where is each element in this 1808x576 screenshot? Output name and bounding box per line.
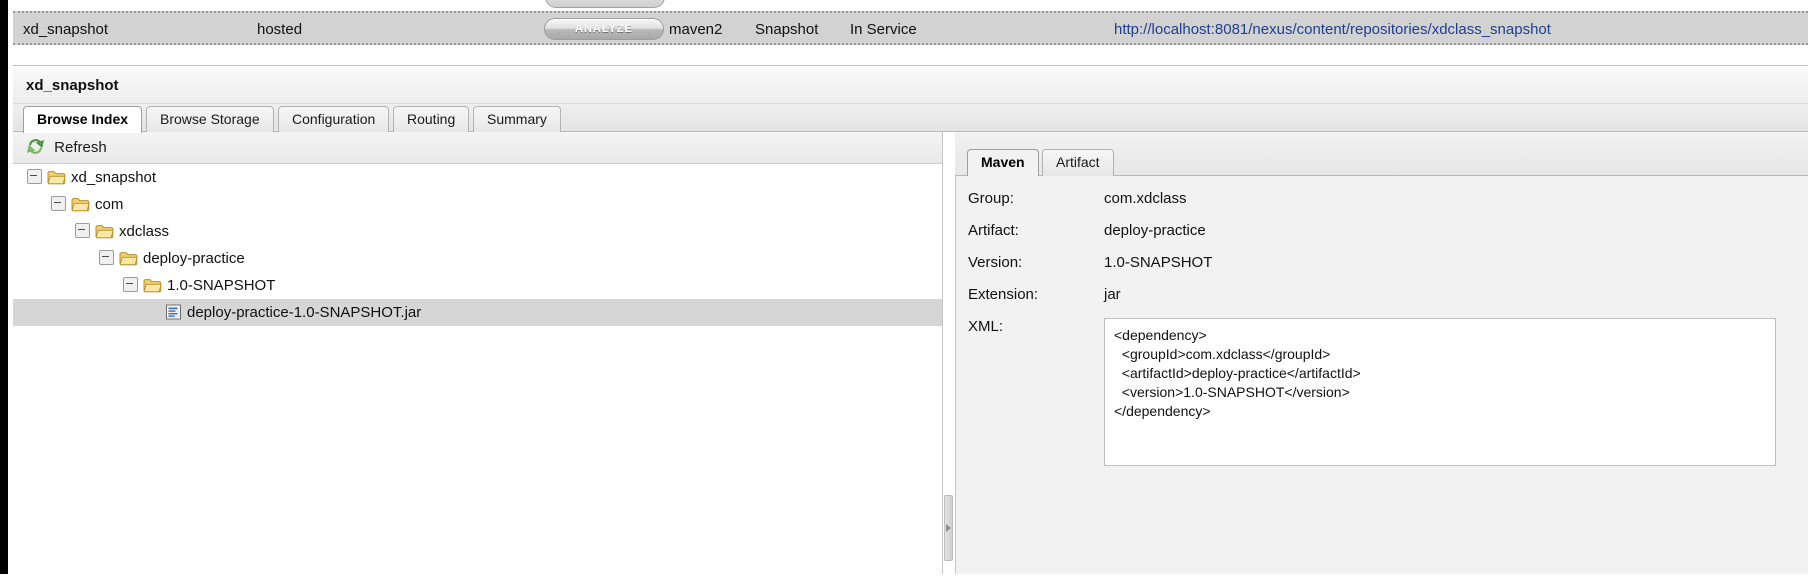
expand-collapse-icon[interactable]: [27, 169, 42, 184]
field-value: jar: [1104, 286, 1121, 303]
tree-node-label: com: [95, 196, 124, 213]
split-area: Refresh xd_snapshotcom xdclass deploy-prac…: [13, 132, 1808, 576]
field-value: deploy-practice: [1104, 222, 1206, 239]
field-label: Group:: [968, 190, 1014, 207]
tab-configuration[interactable]: Configuration: [278, 106, 390, 133]
index-tree-panel: Refresh xd_snapshotcom xdclass deploy-prac…: [13, 132, 943, 576]
tree-node[interactable]: xdclass: [13, 218, 942, 245]
cutoff-button-above: [545, 0, 665, 8]
repository-status-cell: In Service: [850, 21, 917, 38]
folder-icon: [95, 221, 114, 248]
detail-tabstrip: Maven Artifact: [955, 132, 1808, 176]
panel-splitter[interactable]: [943, 132, 955, 576]
tree-node-label: 1.0-SNAPSHOT: [167, 277, 276, 294]
xml-dependency-textarea[interactable]: [1104, 318, 1776, 466]
repository-format-cell: maven2: [669, 21, 723, 38]
folder-icon: [47, 167, 66, 194]
refresh-button[interactable]: Refresh: [26, 137, 107, 162]
expand-collapse-icon[interactable]: [99, 250, 114, 265]
field-value: 1.0-SNAPSHOT: [1104, 254, 1213, 271]
top-cutoff-strip: [8, 0, 1808, 11]
detail-body: Group: com.xdclass Artifact: deploy-practic…: [955, 176, 1808, 576]
tree-toolbar: Refresh: [13, 132, 942, 164]
collapse-arrow-icon[interactable]: [946, 524, 951, 532]
panel-title-bar: xd_snapshot: [13, 66, 1808, 104]
field-value: com.xdclass: [1104, 190, 1187, 207]
detail-tab-artifact[interactable]: Artifact: [1042, 149, 1114, 176]
splitter-handle[interactable]: [944, 495, 953, 561]
folder-icon: [71, 194, 90, 221]
main-tabstrip: Browse Index Browse Storage Configuration R…: [13, 104, 1808, 133]
tab-browse-index[interactable]: Browse Index: [23, 106, 143, 133]
detail-tab-maven[interactable]: Maven: [967, 149, 1039, 176]
expand-collapse-icon[interactable]: [75, 223, 90, 238]
nexus-repository-browser: xd_snapshot hosted ANALYZE maven2 Snapsh…: [0, 0, 1808, 576]
tree-body[interactable]: xd_snapshotcom xdclass deploy-practice 1.0-…: [13, 164, 942, 576]
tree-node-selected[interactable]: deploy-practice-1.0-SNAPSHOT.jar: [13, 299, 942, 326]
expand-collapse-icon[interactable]: [123, 277, 138, 292]
repository-name-cell: xd_snapshot: [23, 21, 109, 38]
refresh-label: Refresh: [54, 139, 107, 156]
repository-policy-cell: Snapshot: [755, 21, 819, 38]
window-left-edge: [0, 0, 8, 576]
field-label: Artifact:: [968, 222, 1019, 239]
analyze-button-cell[interactable]: ANALYZE: [544, 18, 664, 40]
panel-gap: [13, 45, 1808, 65]
tree-node[interactable]: 1.0-SNAPSHOT: [13, 272, 942, 299]
tree-node[interactable]: xd_snapshot: [13, 164, 942, 191]
tab-browse-storage[interactable]: Browse Storage: [146, 106, 274, 133]
field-label: Extension:: [968, 286, 1039, 303]
tree-node-label: xdclass: [119, 223, 170, 240]
expand-collapse-icon[interactable]: [51, 196, 66, 211]
folder-icon: [143, 275, 162, 302]
repository-url-link[interactable]: http://localhost:8081/nexus/content/repo…: [1114, 21, 1551, 38]
tree-node-label: xd_snapshot: [71, 169, 157, 186]
tree-node[interactable]: com: [13, 191, 942, 218]
jar-file-icon: [165, 302, 182, 329]
repository-type-cell: hosted: [257, 21, 303, 38]
tab-summary[interactable]: Summary: [473, 106, 561, 133]
xml-label: XML:: [968, 318, 1004, 335]
analyze-button[interactable]: ANALYZE: [544, 18, 664, 40]
field-label: Version:: [968, 254, 1023, 271]
tab-routing[interactable]: Routing: [393, 106, 470, 133]
page-title: xd_snapshot: [26, 77, 119, 94]
artifact-detail-panel: Maven Artifact Group: com.xdclass Artifact:…: [955, 132, 1808, 576]
folder-icon: [119, 248, 138, 275]
repository-summary-row[interactable]: xd_snapshot hosted ANALYZE maven2 Snapsh…: [13, 11, 1808, 45]
tree-node-label: deploy-practice-1.0-SNAPSHOT.jar: [187, 304, 422, 321]
refresh-icon: [26, 138, 45, 162]
tree-node-label: deploy-practice: [143, 250, 245, 267]
content-panel: xd_snapshot Browse Index Browse Storage Co…: [13, 65, 1808, 576]
tree-node[interactable]: deploy-practice: [13, 245, 942, 272]
